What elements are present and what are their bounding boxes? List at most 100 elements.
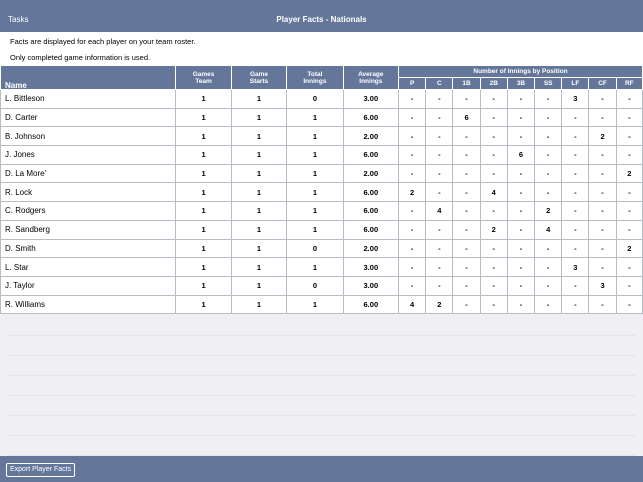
- position-header-p: P: [398, 77, 427, 90]
- game-starts-value: 1: [230, 163, 288, 184]
- innings-rf-value: -: [615, 201, 643, 221]
- average-innings-header: Average Innings: [342, 65, 400, 90]
- player-row[interactable]: B. Johnson 1 1 1 2.00- - - - - - -2-: [0, 126, 643, 147]
- game-starts-header: Game Starts: [230, 65, 288, 90]
- innings-cf-value: 2: [588, 126, 617, 147]
- average-innings-value: 6.00: [342, 201, 400, 221]
- player-row[interactable]: D. Smith 1 1 0 2.00- - - - - - - -2: [0, 238, 643, 259]
- player-name: L. Star: [0, 257, 177, 277]
- innings-lf-value: -: [561, 219, 590, 240]
- innings-rf-value: -: [615, 275, 643, 296]
- innings-3b-value: -: [506, 238, 536, 259]
- total-innings-value: 1: [286, 219, 344, 240]
- average-innings-value: 6.00: [342, 294, 400, 315]
- player-name: B. Johnson: [0, 126, 177, 147]
- total-innings-value: 0: [286, 89, 344, 109]
- innings-ss-value: -: [534, 107, 563, 128]
- player-row[interactable]: R. Williams 1 1 1 6.00 4 2- - - - - - -: [0, 294, 643, 315]
- game-starts-value: 1: [230, 294, 288, 315]
- innings-cf-value: -: [588, 145, 617, 165]
- innings-cf-value: -: [588, 238, 617, 259]
- innings-c-value: 2: [425, 294, 454, 315]
- player-row[interactable]: C. Rodgers 1 1 1 6.00-4- - -2- - -: [0, 201, 643, 221]
- innings-cf-value: 3: [588, 275, 617, 296]
- player-row[interactable]: J. Taylor 1 1 0 3.00- - - - - - -3-: [0, 275, 643, 296]
- game-starts-value: 1: [230, 257, 288, 277]
- player-row[interactable]: D. La More' 1 1 1 2.00- - - - - - - -2: [0, 163, 643, 184]
- player-name: R. Lock: [0, 182, 177, 203]
- innings-p-value: -: [398, 107, 427, 128]
- innings-lf-value: -: [561, 294, 590, 315]
- player-name: R. Sandberg: [0, 219, 177, 240]
- empty-list-area: [8, 316, 635, 456]
- innings-2b-value: 4: [479, 182, 508, 203]
- innings-cf-value: -: [588, 294, 617, 315]
- innings-ss-value: 4: [534, 219, 563, 240]
- total-innings-header: Total Innings: [286, 65, 344, 90]
- innings-1b-value: -: [452, 89, 481, 109]
- games-team-value: 1: [175, 107, 232, 128]
- game-starts-value: 1: [230, 126, 288, 147]
- player-name: D. Carter: [0, 107, 177, 128]
- innings-c-value: -: [425, 145, 454, 165]
- innings-rf-value: -: [615, 294, 643, 315]
- innings-2b-value: -: [479, 201, 508, 221]
- info-line-roster: Facts are displayed for each player on y…: [10, 37, 196, 46]
- innings-3b-value: -: [506, 201, 536, 221]
- innings-2b-value: -: [479, 294, 508, 315]
- game-starts-value: 1: [230, 275, 288, 296]
- player-name: R. Williams: [0, 294, 177, 315]
- innings-2b-value: 2: [479, 219, 508, 240]
- innings-cf-value: -: [588, 201, 617, 221]
- innings-2b-value: -: [479, 126, 508, 147]
- export-player-facts-button[interactable]: Export Player Facts: [6, 463, 76, 477]
- innings-3b-value: -: [506, 294, 536, 315]
- games-team-value: 1: [175, 219, 232, 240]
- innings-3b-value: -: [506, 163, 536, 184]
- games-team-value: 1: [175, 182, 232, 203]
- innings-cf-value: -: [588, 89, 617, 109]
- innings-ss-value: -: [534, 126, 563, 147]
- innings-lf-value: -: [561, 145, 590, 165]
- player-name: C. Rodgers: [0, 201, 177, 221]
- innings-p-value: -: [398, 126, 427, 147]
- player-row[interactable]: L. Bittleson 1 1 0 3.00- - - - - -3- -: [0, 89, 643, 109]
- game-starts-value: 1: [230, 145, 288, 165]
- innings-3b-value: 6: [506, 145, 536, 165]
- innings-1b-value: -: [452, 163, 481, 184]
- player-row[interactable]: R. Sandberg 1 1 1 6.00- - -2-4- - -: [0, 219, 643, 240]
- games-team-value: 1: [175, 238, 232, 259]
- innings-cf-value: -: [588, 107, 617, 128]
- innings-rf-value: -: [615, 219, 643, 240]
- position-header-lf: LF: [561, 77, 590, 90]
- average-innings-value: 3.00: [342, 275, 400, 296]
- innings-1b-value: -: [452, 275, 481, 296]
- games-team-value: 1: [175, 89, 232, 109]
- innings-2b-value: -: [479, 89, 508, 109]
- total-innings-value: 1: [286, 257, 344, 277]
- innings-lf-value: -: [561, 201, 590, 221]
- player-row[interactable]: D. Carter 1 1 1 6.00- -6- - - - - -: [0, 107, 643, 128]
- innings-lf-value: 3: [561, 257, 590, 277]
- games-team-value: 1: [175, 163, 232, 184]
- innings-rf-value: -: [615, 89, 643, 109]
- innings-2b-value: -: [479, 107, 508, 128]
- innings-ss-value: -: [534, 163, 563, 184]
- innings-cf-value: -: [588, 182, 617, 203]
- innings-c-value: -: [425, 219, 454, 240]
- player-row[interactable]: L. Star 1 1 1 3.00- - - - - -3- -: [0, 257, 643, 277]
- innings-p-value: -: [398, 145, 427, 165]
- innings-rf-value: -: [615, 145, 643, 165]
- games-team-value: 1: [175, 126, 232, 147]
- player-row[interactable]: R. Lock 1 1 1 6.00 2- -4- - - - -: [0, 182, 643, 203]
- innings-2b-value: -: [479, 145, 508, 165]
- player-name: J. Taylor: [0, 275, 177, 296]
- innings-3b-value: -: [506, 182, 536, 203]
- innings-1b-value: -: [452, 201, 481, 221]
- innings-p-value: -: [398, 201, 427, 221]
- player-row[interactable]: J. Jones 1 1 1 6.00- - - -6- - - -: [0, 145, 643, 165]
- innings-ss-value: -: [534, 294, 563, 315]
- innings-rf-value: -: [615, 257, 643, 277]
- innings-ss-value: -: [534, 257, 563, 277]
- innings-3b-value: -: [506, 89, 536, 109]
